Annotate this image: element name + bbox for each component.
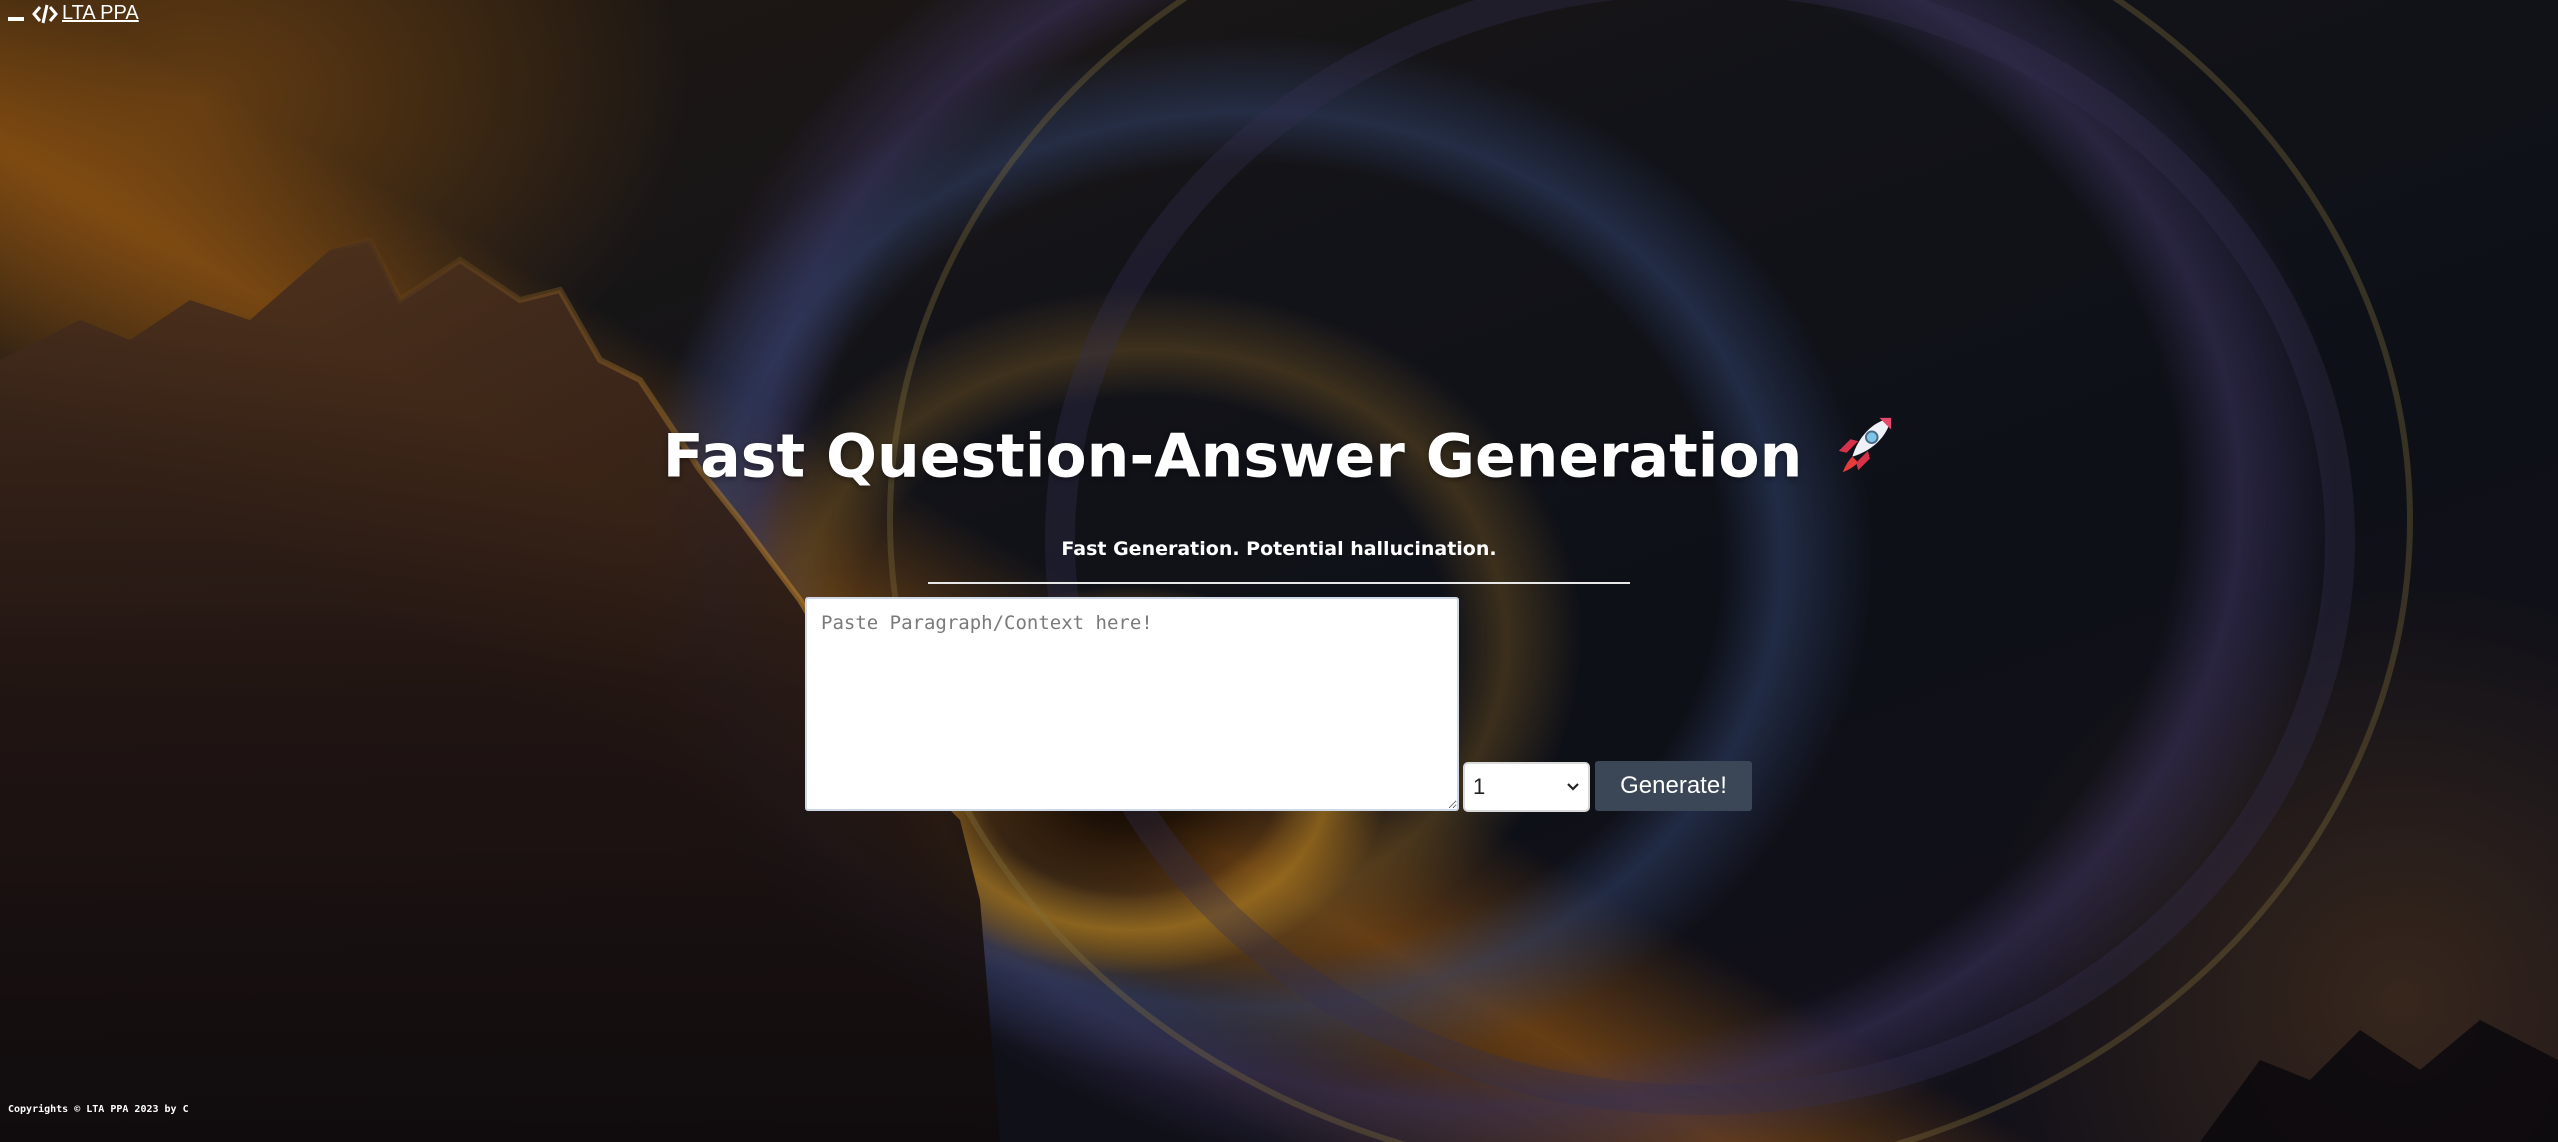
page-title-text: Fast Question-Answer Generation <box>662 421 1803 492</box>
divider <box>928 582 1630 584</box>
brand-link[interactable]: LTA PPA <box>8 2 139 25</box>
page-title: Fast Question-Answer Generation <box>0 417 2558 492</box>
code-icon <box>32 4 58 24</box>
brand-label[interactable]: LTA PPA <box>62 2 139 25</box>
chevron-down-icon <box>1566 782 1580 792</box>
minimize-icon[interactable] <box>8 16 24 21</box>
background-artwork <box>0 0 2558 1142</box>
page-subtitle: Fast Generation. Potential hallucination… <box>1061 538 1497 560</box>
generate-button[interactable]: Generate! <box>1595 761 1752 811</box>
footer-copyright: Copyrights © LTA PPA 2023 by C <box>8 1104 189 1115</box>
background-overlay <box>0 0 2558 1142</box>
context-input[interactable] <box>805 597 1459 811</box>
question-count-value: 1 <box>1473 774 1486 799</box>
rocket-icon <box>1833 414 1895 491</box>
question-count-select[interactable]: 1 <box>1463 762 1590 812</box>
